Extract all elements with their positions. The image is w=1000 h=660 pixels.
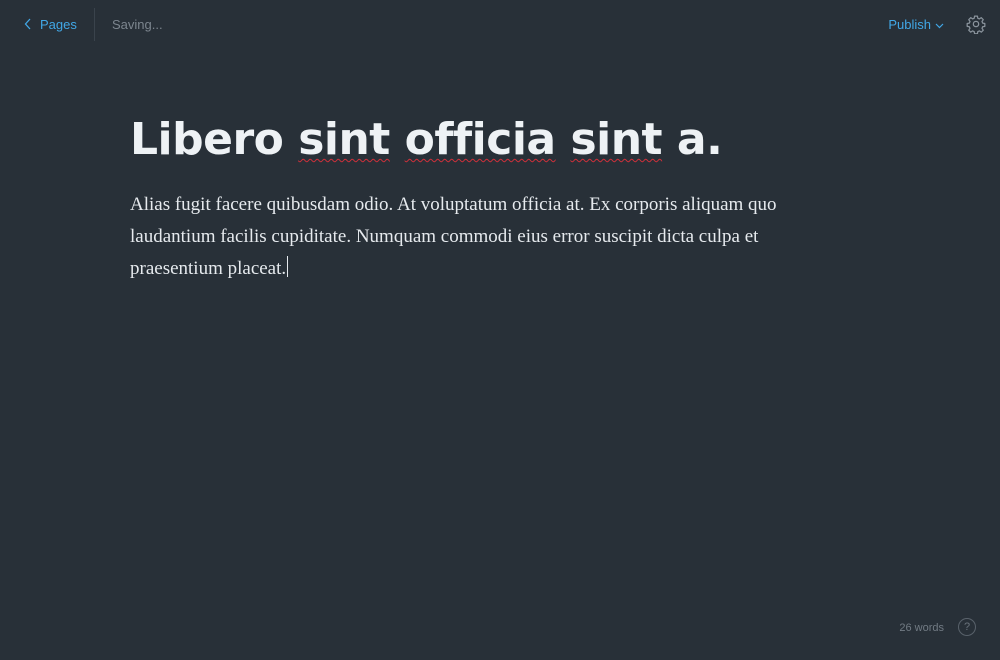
title-word-misspelled: sint bbox=[570, 114, 663, 165]
editor[interactable]: Libero sint officia sint a. Alias fugit … bbox=[130, 110, 860, 285]
title-word-misspelled: sint bbox=[298, 114, 390, 165]
page-body[interactable]: Alias fugit facere quibusdam odio. At vo… bbox=[130, 189, 850, 285]
chevron-left-icon bbox=[24, 18, 31, 30]
title-word-misspelled: officia bbox=[404, 114, 556, 165]
question-circle-icon[interactable]: ? bbox=[958, 618, 976, 636]
divider bbox=[94, 8, 95, 41]
body-text: Alias fugit facere quibusdam odio. At vo… bbox=[130, 194, 777, 279]
publish-label: Publish bbox=[888, 17, 931, 32]
text-caret bbox=[287, 256, 289, 277]
chevron-down-icon bbox=[935, 23, 944, 28]
top-bar: Pages Saving... Publish bbox=[0, 0, 1000, 48]
title-segment bbox=[556, 114, 571, 165]
save-status: Saving... bbox=[112, 17, 163, 32]
publish-dropdown-button[interactable]: Publish bbox=[888, 17, 944, 32]
page-title[interactable]: Libero sint officia sint a. bbox=[130, 110, 860, 170]
back-link-label: Pages bbox=[40, 16, 77, 32]
title-segment: a. bbox=[662, 114, 723, 165]
title-segment bbox=[390, 114, 405, 165]
title-segment: Libero bbox=[130, 114, 299, 165]
back-to-pages-link[interactable]: Pages bbox=[24, 14, 77, 34]
gear-icon[interactable] bbox=[966, 14, 986, 34]
word-count: 26 words bbox=[899, 622, 944, 634]
